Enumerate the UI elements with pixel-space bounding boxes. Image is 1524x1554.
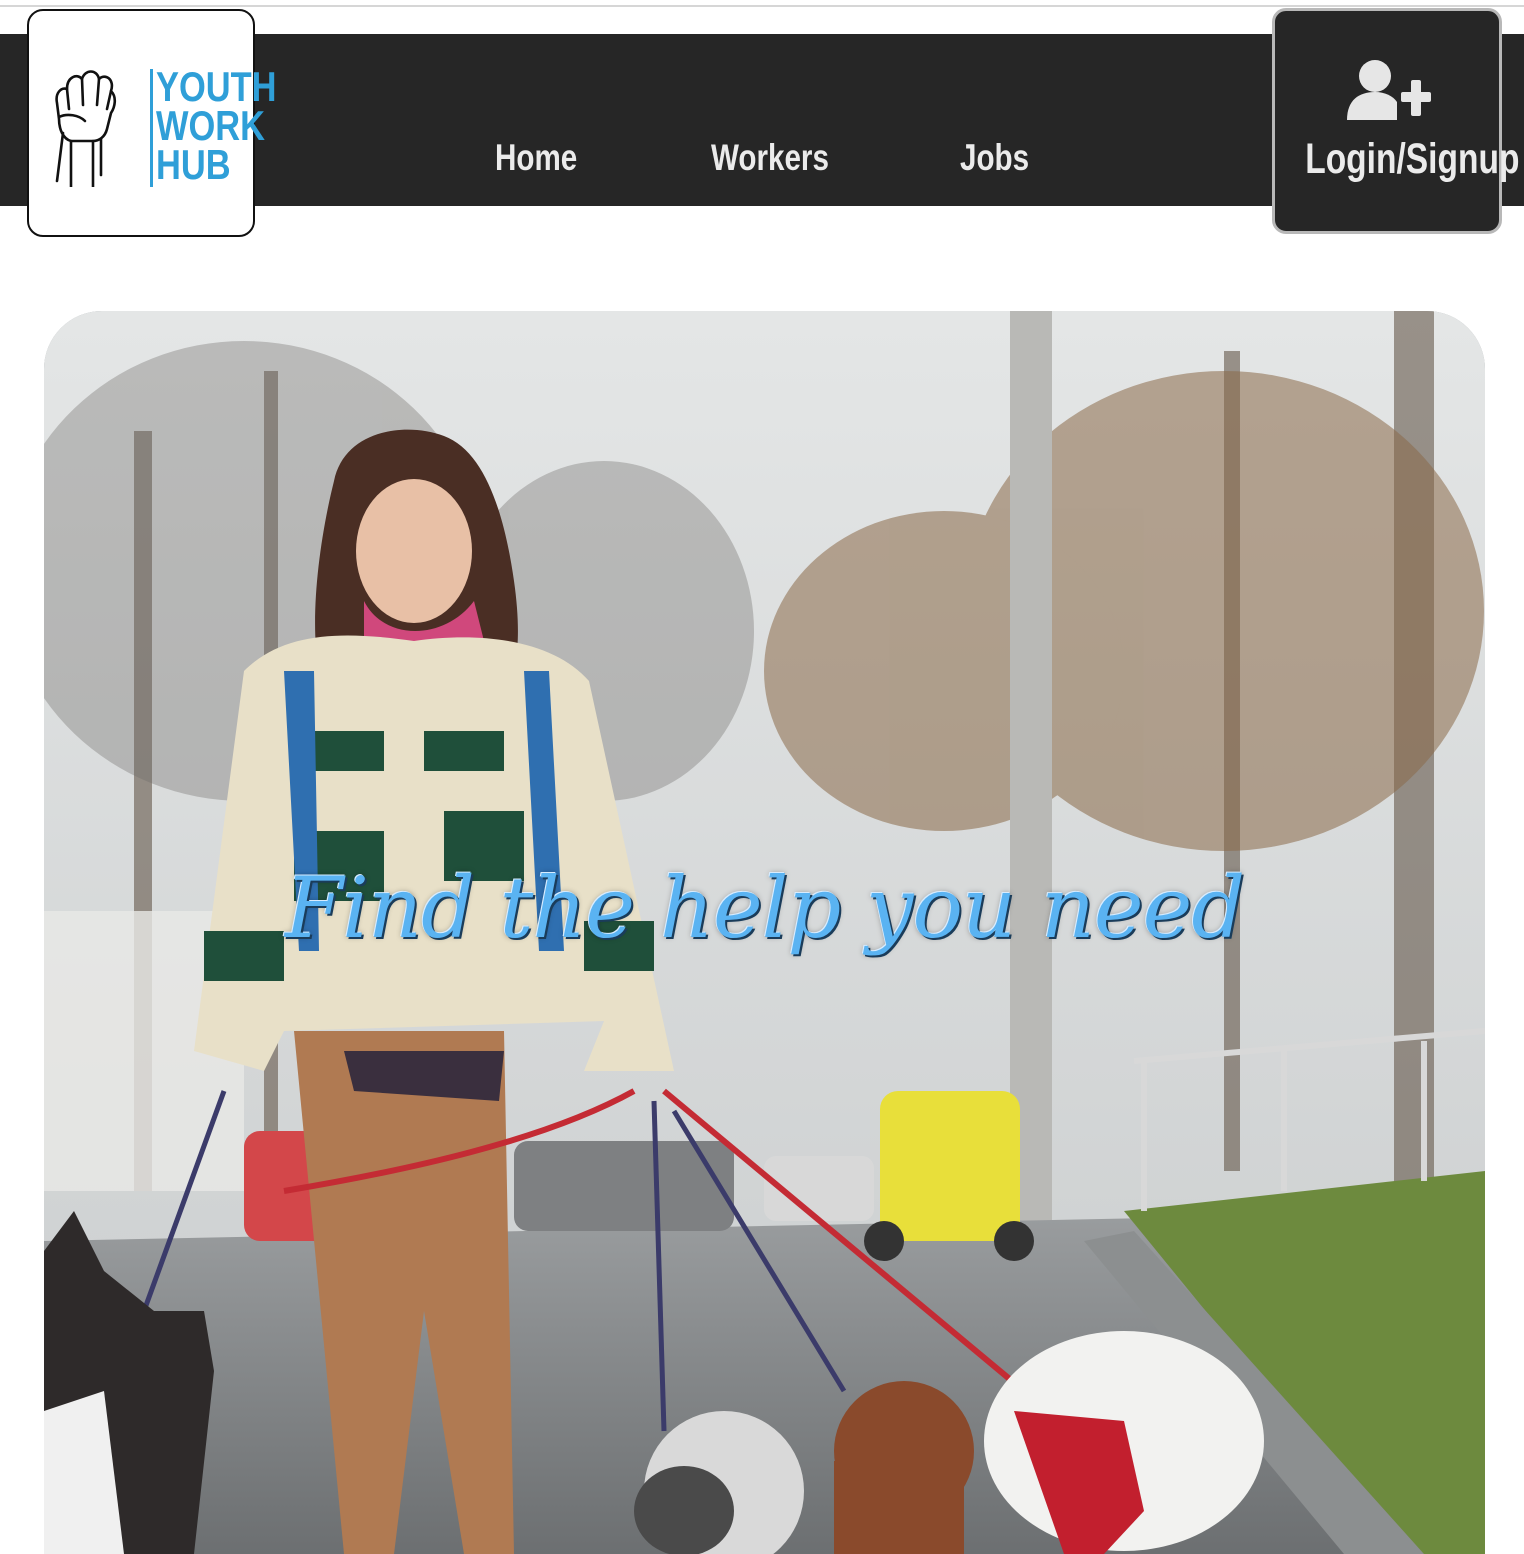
logo-line-hub: HUB: [156, 141, 231, 188]
logo-line-youth: YOUTH: [156, 63, 277, 110]
login-signup-label: Login/Signup: [1305, 135, 1520, 183]
nav-workers-link[interactable]: Workers: [711, 130, 829, 186]
logo-divider: [150, 69, 153, 187]
nav-jobs-link[interactable]: Jobs: [960, 130, 1029, 186]
raised-fist-icon: [55, 70, 117, 187]
login-signup-button[interactable]: Login/Signup: [1272, 8, 1520, 234]
hero-banner: Find the help you need: [44, 311, 1485, 1554]
nav-home-link[interactable]: Home: [495, 130, 577, 186]
logo-line-work: WORK: [156, 102, 266, 149]
browser-top-edge: [0, 0, 1524, 7]
site-logo[interactable]: YOUTH WORK HUB: [27, 9, 277, 237]
add-user-icon: [1347, 60, 1431, 120]
hero-tagline: Find the help you need: [284, 859, 1245, 957]
logo-wordmark: YOUTH WORK HUB: [156, 63, 277, 188]
